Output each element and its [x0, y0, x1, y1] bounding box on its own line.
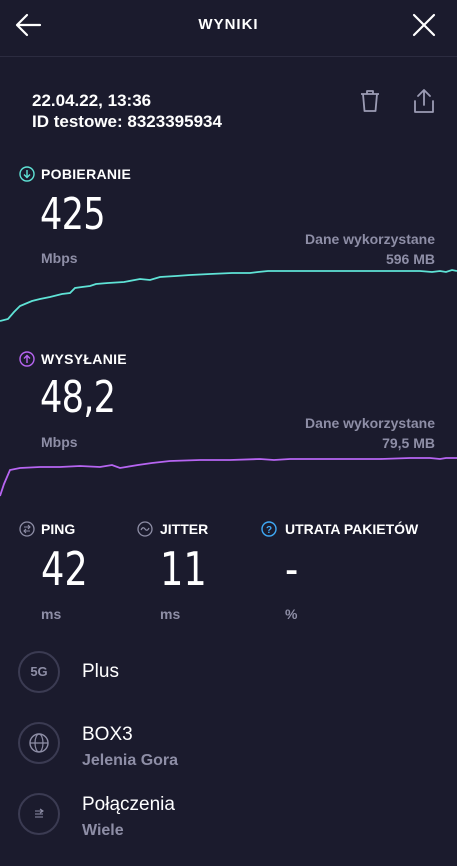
packet-loss-value: - [285, 542, 299, 596]
upload-speed: 48,2 [40, 372, 116, 423]
help-icon[interactable]: ? [261, 521, 277, 537]
connections-mode: Wiele [82, 822, 124, 839]
download-data-used-label: Dane wykorzystane [305, 231, 435, 247]
download-graph [0, 269, 457, 322]
jitter-unit: ms [160, 606, 181, 622]
ping-unit: ms [41, 606, 62, 622]
upload-label: WYSYŁANIE [19, 351, 127, 367]
header-divider [0, 56, 457, 57]
download-arrow-icon [19, 166, 35, 182]
server-location: Jelenia Gora [82, 752, 179, 769]
download-label: POBIERANIE [19, 166, 132, 182]
upload-graph [0, 457, 457, 497]
ping-value: 42 [41, 542, 88, 596]
packet-loss-label: UTRATA PAKIETÓW [285, 521, 419, 537]
network-type-icon: 5G [18, 651, 60, 693]
ping-icon [19, 521, 35, 537]
connections-icon [18, 793, 60, 835]
page-title: WYNIKI [198, 16, 259, 33]
delete-button[interactable] [357, 88, 383, 114]
ping-label: PING [41, 521, 76, 537]
jitter-label: JITTER [160, 521, 209, 537]
jitter-value: 11 [160, 542, 207, 596]
upload-arrow-icon [19, 351, 35, 367]
globe-icon [18, 722, 60, 764]
test-id: ID testowe: 8323395934 [32, 112, 222, 131]
test-meta: 22.04.22, 13:36 ID testowe: 8323395934 [32, 90, 222, 132]
server-name: BOX3 [82, 724, 133, 745]
top-bar: WYNIKI [0, 0, 457, 56]
download-speed: 425 [40, 189, 106, 240]
network-provider: Plus [82, 661, 119, 682]
jitter-icon [137, 521, 153, 537]
packet-loss-unit: % [285, 606, 298, 622]
trash-icon [361, 90, 379, 112]
connections-label: Połączenia [82, 794, 175, 815]
svg-text:?: ? [266, 525, 272, 536]
close-icon [412, 13, 436, 37]
test-datetime: 22.04.22, 13:36 [32, 91, 152, 110]
upload-label-text: WYSYŁANIE [41, 351, 127, 367]
download-label-text: POBIERANIE [41, 166, 132, 182]
upload-data-used: Dane wykorzystane 79,5 MB [305, 413, 435, 453]
share-icon [414, 89, 434, 113]
close-button[interactable] [409, 10, 439, 40]
share-button[interactable] [410, 87, 438, 115]
upload-data-used-label: Dane wykorzystane [305, 415, 435, 431]
network-type-text: 5G [30, 664, 48, 679]
